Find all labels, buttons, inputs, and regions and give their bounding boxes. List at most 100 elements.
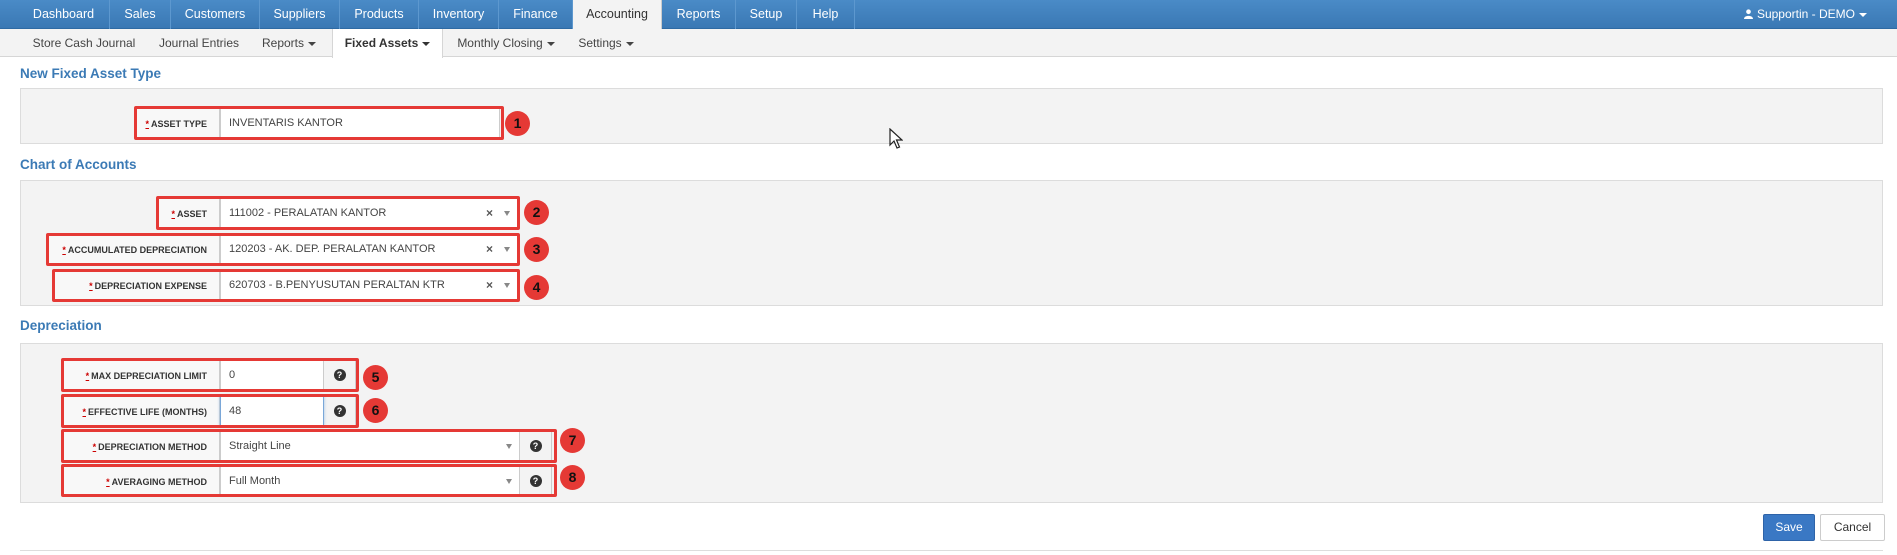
- required-mark: *: [106, 477, 110, 487]
- depreciation-expense-select[interactable]: 620703 - B.PENYUSUTAN PERALTAN KTR ×: [220, 270, 518, 300]
- averaging-method-value: Full Month: [229, 475, 281, 487]
- accumulated-depreciation-row: * ACCUMULATED DEPRECIATION 120203 - AK. D…: [48, 234, 518, 264]
- required-mark: *: [89, 281, 93, 291]
- dropdown-arrow-icon[interactable]: [504, 283, 510, 288]
- required-mark: *: [85, 371, 90, 381]
- asset-type-row: * ASSET TYPE INVENTARIS KANTOR: [136, 108, 500, 138]
- clear-icon[interactable]: ×: [486, 199, 493, 227]
- annotation-number-2: 2: [524, 200, 549, 225]
- question-circle-icon: ?: [529, 475, 542, 487]
- top-navbar: Dashboard Sales Customers Suppliers Prod…: [0, 0, 1897, 30]
- depreciation-method-label: * DEPRECIATION METHOD: [63, 431, 220, 461]
- question-circle-icon: ?: [529, 440, 542, 452]
- max-depreciation-limit-input[interactable]: 0: [220, 360, 324, 390]
- subnav-store-cash-journal[interactable]: Store Cash Journal: [22, 29, 146, 57]
- tab-reports[interactable]: Reports: [662, 0, 736, 29]
- accumulated-depreciation-label-text: ACCUMULATED DEPRECIATION: [67, 245, 207, 255]
- dropdown-arrow-icon[interactable]: [506, 444, 512, 449]
- asset-account-select[interactable]: 111002 - PERALATAN KANTOR ×: [220, 198, 518, 228]
- asset-account-value: 111002 - PERALATAN KANTOR: [229, 207, 387, 219]
- question-circle-icon: ?: [333, 405, 346, 417]
- dropdown-arrow-icon[interactable]: [504, 211, 510, 216]
- asset-account-label-text: ASSET: [176, 209, 207, 219]
- subnav-fixed-assets[interactable]: Fixed Assets: [332, 29, 443, 58]
- required-mark: *: [145, 119, 149, 129]
- accumulated-depreciation-value: 120203 - AK. DEP. PERALATAN KANTOR: [229, 243, 436, 255]
- effective-life-row: * EFFECTIVE LIFE (MONTHS) 48 ?: [63, 396, 356, 426]
- sub-navbar: Store Cash Journal Journal Entries Repor…: [0, 29, 1897, 58]
- averaging-method-label-text: AVERAGING METHOD: [111, 477, 207, 487]
- dropdown-arrow-icon[interactable]: [506, 479, 512, 484]
- averaging-method-select[interactable]: Full Month: [220, 466, 520, 496]
- accumulated-depreciation-select[interactable]: 120203 - AK. DEP. PERALATAN KANTOR ×: [220, 234, 518, 264]
- required-mark: *: [62, 245, 66, 255]
- save-button[interactable]: Save: [1763, 514, 1815, 541]
- depreciation-method-select[interactable]: Straight Line: [220, 431, 520, 461]
- depreciation-expense-label-text: DEPRECIATION EXPENSE: [94, 281, 207, 291]
- user-icon: [1743, 9, 1753, 19]
- asset-type-label: * ASSET TYPE: [136, 108, 220, 138]
- depreciation-expense-label: * DEPRECIATION EXPENSE: [54, 270, 220, 300]
- tab-finance[interactable]: Finance: [499, 0, 573, 29]
- averaging-method-help[interactable]: ?: [520, 466, 552, 496]
- depreciation-expense-value: 620703 - B.PENYUSUTAN PERALTAN KTR: [229, 279, 445, 291]
- asset-account-label: * ASSET: [158, 198, 220, 228]
- asset-type-input[interactable]: INVENTARIS KANTOR: [220, 108, 500, 138]
- chevron-down-icon: [308, 41, 317, 46]
- chevron-down-icon: [1859, 12, 1867, 17]
- subnav-reports[interactable]: Reports: [254, 29, 324, 57]
- chevron-down-icon: [625, 41, 634, 46]
- annotation-number-3: 3: [524, 237, 549, 262]
- section-title-depreciation: Depreciation: [20, 318, 102, 333]
- depreciation-method-value: Straight Line: [229, 440, 291, 452]
- annotation-number-1: 1: [505, 111, 530, 136]
- section-title-chart-of-accounts: Chart of Accounts: [20, 157, 137, 172]
- effective-life-help[interactable]: ?: [324, 396, 356, 426]
- subnav-monthly-closing-label: Monthly Closing: [457, 36, 543, 50]
- clear-icon[interactable]: ×: [486, 271, 493, 299]
- mouse-cursor-icon: [889, 128, 903, 149]
- footer-divider: [20, 550, 1883, 551]
- averaging-method-row: * AVERAGING METHOD Full Month ?: [63, 466, 552, 496]
- tab-dashboard[interactable]: Dashboard: [18, 0, 110, 29]
- tab-products[interactable]: Products: [340, 0, 419, 29]
- tab-suppliers[interactable]: Suppliers: [260, 0, 340, 29]
- dropdown-arrow-icon[interactable]: [504, 247, 510, 252]
- effective-life-input[interactable]: 48: [220, 396, 324, 426]
- asset-account-row: * ASSET 111002 - PERALATAN KANTOR ×: [158, 198, 518, 228]
- accumulated-depreciation-label: * ACCUMULATED DEPRECIATION: [48, 234, 220, 264]
- tab-inventory[interactable]: Inventory: [419, 0, 499, 29]
- required-mark: *: [82, 407, 86, 417]
- clear-icon[interactable]: ×: [486, 235, 493, 263]
- chevron-down-icon: [422, 41, 431, 46]
- subnav-settings[interactable]: Settings: [570, 29, 642, 57]
- depreciation-method-label-text: DEPRECIATION METHOD: [98, 442, 207, 452]
- subnav-fixed-assets-label: Fixed Assets: [344, 36, 419, 50]
- tab-help[interactable]: Help: [797, 0, 855, 29]
- annotation-number-8: 8: [560, 465, 585, 490]
- subnav-reports-label: Reports: [261, 36, 305, 50]
- required-mark: *: [92, 442, 97, 452]
- effective-life-label-text: EFFECTIVE LIFE (MONTHS): [88, 407, 207, 417]
- tab-sales[interactable]: Sales: [110, 0, 171, 29]
- user-label: Supportin - DEMO: [1756, 7, 1855, 21]
- max-depreciation-limit-label-text: MAX DEPRECIATION LIMIT: [91, 371, 207, 381]
- cancel-button[interactable]: Cancel: [1820, 514, 1885, 541]
- annotation-number-6: 6: [363, 398, 388, 423]
- subnav-monthly-closing[interactable]: Monthly Closing: [450, 29, 562, 57]
- subnav-journal-entries[interactable]: Journal Entries: [152, 29, 246, 57]
- chevron-down-icon: [546, 41, 555, 46]
- annotation-number-5: 5: [363, 365, 388, 390]
- depreciation-method-help[interactable]: ?: [520, 431, 552, 461]
- tab-customers[interactable]: Customers: [171, 0, 260, 29]
- asset-type-label-text: ASSET TYPE: [150, 119, 207, 129]
- tab-accounting[interactable]: Accounting: [573, 0, 662, 30]
- annotation-number-7: 7: [560, 428, 585, 453]
- subnav-settings-label: Settings: [578, 36, 622, 50]
- depreciation-method-row: * DEPRECIATION METHOD Straight Line ?: [63, 431, 552, 461]
- max-depreciation-limit-label: * MAX DEPRECIATION LIMIT: [63, 360, 220, 390]
- user-menu[interactable]: Supportin - DEMO: [1743, 0, 1867, 29]
- tab-setup[interactable]: Setup: [736, 0, 797, 29]
- max-depreciation-limit-row: * MAX DEPRECIATION LIMIT 0 ?: [63, 360, 356, 390]
- max-depreciation-limit-help[interactable]: ?: [324, 360, 356, 390]
